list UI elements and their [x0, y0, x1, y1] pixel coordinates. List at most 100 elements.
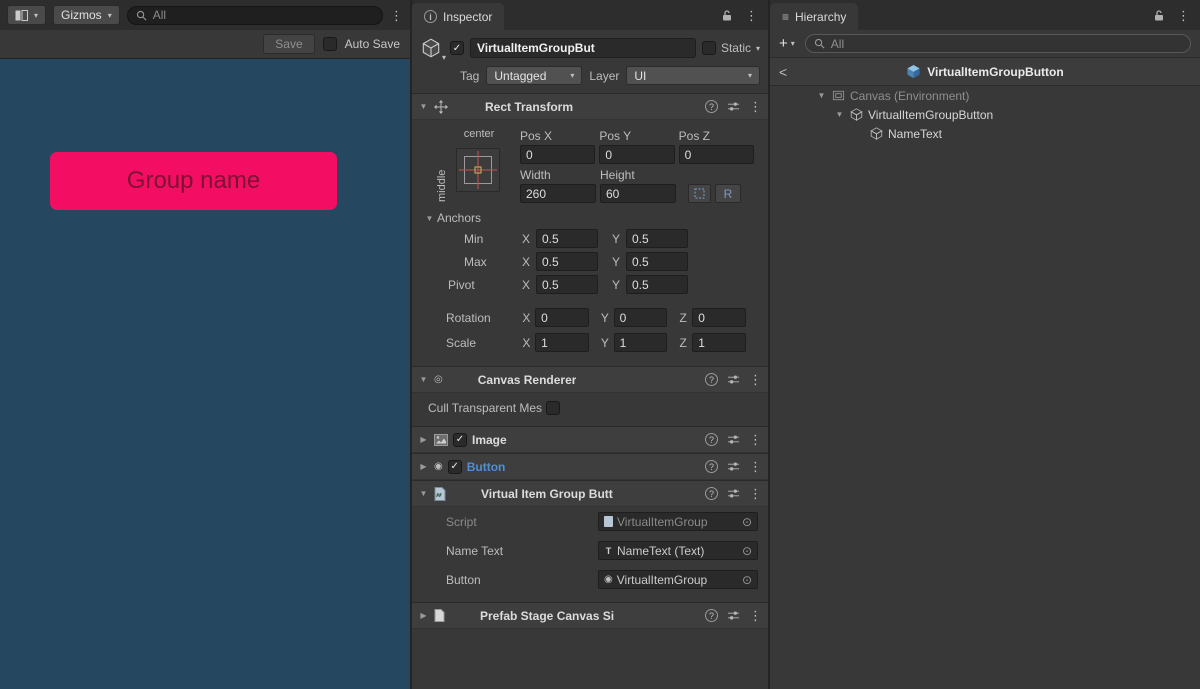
canvas-renderer-header[interactable]: ▼ ◎ Canvas Renderer ? ⋮: [412, 366, 768, 393]
more-icon[interactable]: ⋮: [749, 460, 762, 473]
gameobject-icon[interactable]: ▾: [418, 37, 444, 59]
lock-icon[interactable]: [1153, 9, 1165, 22]
foldout-closed-icon[interactable]: ▶: [418, 462, 429, 471]
rect-transform-header[interactable]: ▼ Rect Transform ? ⋮: [412, 93, 768, 120]
tab-inspector[interactable]: i Inspector: [412, 3, 504, 30]
foldout-open-icon[interactable]: ▼: [816, 91, 827, 100]
pivot-y-field[interactable]: 0.5: [626, 275, 688, 294]
scene-panel: ▾ Gizmos ▾ All ⋮ Save Auto Save Group na…: [0, 0, 410, 689]
hierarchy-row-nametext[interactable]: NameText: [770, 124, 1200, 143]
scale-z-field[interactable]: 1: [692, 333, 746, 352]
rotation-z-field[interactable]: 0: [692, 308, 746, 327]
anchor-min-y-field[interactable]: 0.5: [626, 229, 688, 248]
scale-x-field[interactable]: 1: [535, 333, 589, 352]
rotation-y-field[interactable]: 0: [614, 308, 668, 327]
presets-icon[interactable]: [727, 433, 740, 446]
image-enabled-checkbox[interactable]: ✓: [453, 433, 467, 447]
script-object-field[interactable]: VirtualItemGroup ⊙: [598, 512, 758, 531]
object-picker-icon[interactable]: ⊙: [742, 573, 752, 587]
draw-mode-dropdown[interactable]: ▾: [7, 5, 46, 25]
pos-z-label: Pos Z: [679, 129, 754, 143]
auto-save-checkbox[interactable]: [323, 37, 337, 51]
create-button[interactable]: + ▾: [779, 35, 795, 52]
static-dropdown-icon[interactable]: ▾: [756, 44, 760, 53]
blueprint-mode-button[interactable]: [688, 184, 711, 203]
more-icon[interactable]: ⋮: [749, 373, 762, 386]
tab-hierarchy[interactable]: ≡ Hierarchy: [770, 3, 858, 30]
foldout-open-icon[interactable]: ▼: [424, 214, 435, 223]
presets-icon[interactable]: [727, 460, 740, 473]
presets-icon[interactable]: [727, 100, 740, 113]
draw-mode-icon: [15, 10, 28, 21]
button-object-field[interactable]: ◉ VirtualItemGroup ⊙: [598, 570, 758, 589]
static-checkbox[interactable]: [702, 41, 716, 55]
lock-icon[interactable]: [721, 9, 733, 22]
image-component-header[interactable]: ▶ ✓ Image ? ⋮: [412, 426, 768, 453]
tab-label: Inspector: [443, 10, 492, 24]
presets-icon[interactable]: [727, 609, 740, 622]
prefab-stage-canvas-header[interactable]: ▶ Prefab Stage Canvas Si ? ⋮: [412, 602, 768, 629]
raw-edit-button[interactable]: R: [715, 184, 741, 203]
help-icon[interactable]: ?: [705, 487, 718, 500]
anchor-preset-button[interactable]: [456, 148, 500, 195]
scene-search-input[interactable]: All: [127, 6, 383, 25]
more-icon[interactable]: ⋮: [1177, 9, 1190, 22]
group-name-button[interactable]: Group name: [50, 152, 337, 210]
button-component-header[interactable]: ▶ ◉ ✓ Button ? ⋮: [412, 453, 768, 480]
back-button[interactable]: <: [779, 64, 787, 80]
gizmos-dropdown[interactable]: Gizmos ▾: [53, 5, 120, 25]
search-icon: [136, 10, 147, 21]
object-picker-icon[interactable]: ⊙: [742, 515, 752, 529]
button-enabled-checkbox[interactable]: ✓: [448, 460, 462, 474]
save-button[interactable]: Save: [263, 34, 314, 54]
height-label: Height: [600, 168, 676, 182]
foldout-open-icon[interactable]: ▼: [834, 110, 845, 119]
anchor-min-x-field[interactable]: 0.5: [536, 229, 598, 248]
pos-y-field[interactable]: 0: [599, 145, 674, 164]
help-icon[interactable]: ?: [705, 433, 718, 446]
name-text-object-field[interactable]: T NameText (Text) ⊙: [598, 541, 758, 560]
hierarchy-row-virtualitemgroupbutton[interactable]: ▼ VirtualItemGroupButton: [770, 105, 1200, 124]
name-text-row: Name Text T NameText (Text) ⊙: [446, 541, 758, 560]
hierarchy-search-input[interactable]: All: [805, 34, 1191, 53]
gameobject-name-field[interactable]: VirtualItemGroupBut: [470, 38, 696, 58]
more-icon[interactable]: ⋮: [745, 9, 758, 22]
pos-x-field[interactable]: 0: [520, 145, 595, 164]
anchor-max-x-field[interactable]: 0.5: [536, 252, 598, 271]
help-icon[interactable]: ?: [705, 460, 718, 473]
pos-z-field[interactable]: 0: [679, 145, 754, 164]
help-icon[interactable]: ?: [705, 373, 718, 386]
anchors-foldout[interactable]: ▼ Anchors: [424, 211, 758, 225]
virtual-item-group-button-header[interactable]: ▼ Virtual Item Group Butt ? ⋮: [412, 480, 768, 507]
plus-icon: +: [779, 35, 788, 52]
foldout-open-icon[interactable]: ▼: [418, 375, 429, 384]
foldout-closed-icon[interactable]: ▶: [418, 435, 429, 444]
rotation-x-field[interactable]: 0: [535, 308, 589, 327]
scene-view[interactable]: Group name: [0, 59, 410, 689]
more-icon[interactable]: ⋮: [749, 609, 762, 622]
width-field[interactable]: 260: [520, 184, 596, 203]
hierarchy-row-canvas[interactable]: ▼ Canvas (Environment): [770, 86, 1200, 105]
scale-y-field[interactable]: 1: [614, 333, 668, 352]
foldout-closed-icon[interactable]: ▶: [418, 611, 429, 620]
object-picker-icon[interactable]: ⊙: [742, 544, 752, 558]
help-icon[interactable]: ?: [705, 100, 718, 113]
more-icon[interactable]: ⋮: [749, 487, 762, 500]
more-icon[interactable]: ⋮: [749, 100, 762, 113]
anchor-max-y-field[interactable]: 0.5: [626, 252, 688, 271]
foldout-open-icon[interactable]: ▼: [418, 102, 429, 111]
foldout-open-icon[interactable]: ▼: [418, 489, 429, 498]
more-icon[interactable]: ⋮: [390, 9, 403, 22]
help-icon[interactable]: ?: [705, 609, 718, 622]
presets-icon[interactable]: [727, 487, 740, 500]
y-axis-label: Y: [612, 278, 626, 292]
chevron-down-icon: ▾: [570, 71, 574, 80]
presets-icon[interactable]: [727, 373, 740, 386]
more-icon[interactable]: ⋮: [749, 433, 762, 446]
layer-dropdown[interactable]: UI ▾: [626, 66, 760, 85]
pivot-x-field[interactable]: 0.5: [536, 275, 598, 294]
cull-transparent-checkbox[interactable]: [546, 401, 560, 415]
gameobject-enabled-checkbox[interactable]: ✓: [450, 41, 464, 55]
tag-dropdown[interactable]: Untagged ▾: [486, 66, 582, 85]
height-field[interactable]: 60: [600, 184, 676, 203]
